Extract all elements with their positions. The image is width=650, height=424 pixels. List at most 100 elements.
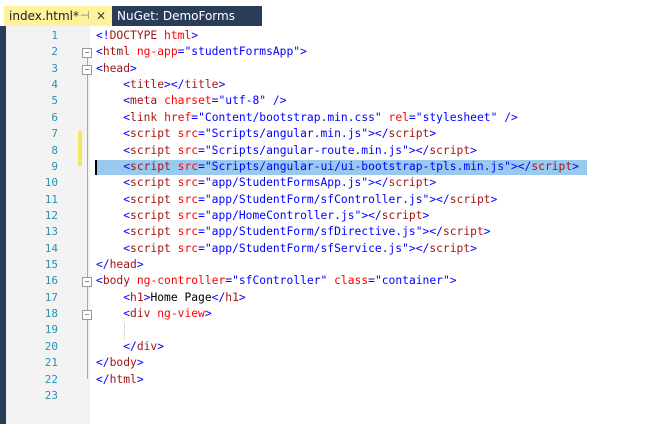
tab-nuget-demoforms[interactable]: NuGet: DemoForms xyxy=(112,6,262,26)
code-line[interactable]: <script src="Scripts/angular-ui/ui-boots… xyxy=(96,160,579,173)
code-line[interactable]: <script src="app/StudentForm/sfService.j… xyxy=(96,242,477,255)
tab-label: index.html* xyxy=(9,9,79,23)
delimiter-token: = xyxy=(198,176,205,190)
delimiter-token: ></ xyxy=(361,208,382,222)
element-name-token: html xyxy=(102,45,131,59)
delimiter-token: ></ xyxy=(368,176,389,190)
code-line[interactable]: <script src="Scripts/angular-route.min.j… xyxy=(96,144,477,157)
delimiter-token: = xyxy=(368,274,375,288)
delimiter-token: /> xyxy=(272,94,287,108)
element-name-token: script xyxy=(130,241,171,255)
element-name-token: script xyxy=(388,127,430,141)
code-line[interactable]: <script src="app/StudentFormsApp.js"></s… xyxy=(96,176,436,189)
attribute-name-token: html xyxy=(164,29,192,42)
delimiter-token: ></ xyxy=(164,78,185,92)
code-line[interactable]: </head> xyxy=(96,258,144,271)
code-line[interactable]: <body ng-controller = "sfController" class… xyxy=(96,274,457,287)
delimiter-token: > xyxy=(429,176,437,190)
delimiter-token: < xyxy=(96,61,103,75)
code-line[interactable]: </body> xyxy=(96,356,144,369)
code-line[interactable]: <head> xyxy=(96,62,137,75)
line-number: 20 xyxy=(44,339,58,353)
code-line[interactable]: <meta charset="utf-8" /> xyxy=(96,94,287,108)
delimiter-token: < xyxy=(123,176,131,190)
delimiter-token: ></ xyxy=(510,159,532,173)
element-name-token: head xyxy=(109,258,137,272)
attribute-name-token: class xyxy=(334,274,369,288)
attribute-value-token: "container" xyxy=(374,274,450,288)
element-name-token: script xyxy=(531,159,573,173)
delimiter-token: = xyxy=(198,127,205,141)
line-number: 23 xyxy=(44,388,58,402)
attribute-name-token: ng-app xyxy=(136,45,178,59)
delimiter-token: > xyxy=(490,192,498,206)
collapse-icon[interactable]: − xyxy=(82,277,92,288)
element-name-token: body xyxy=(109,356,137,370)
attribute-name-token: href xyxy=(164,110,192,124)
pin-icon[interactable]: ⊣ xyxy=(80,6,90,26)
delimiter-token: < xyxy=(123,94,131,108)
element-name-token: script xyxy=(449,192,491,206)
delimiter-token: < xyxy=(123,241,131,255)
attribute-name-token: src xyxy=(177,208,199,222)
attribute-name-token: src xyxy=(177,159,199,173)
element-name-token: h1 xyxy=(130,290,144,304)
code-line[interactable]: <script src="app/StudentForm/sfControlle… xyxy=(96,193,497,206)
delimiter-token: > xyxy=(483,225,491,239)
element-name-token: script xyxy=(442,225,484,239)
collapse-icon[interactable]: − xyxy=(82,64,92,75)
code-line[interactable]: <html ng-app="studentFormsApp"> xyxy=(96,45,307,58)
delimiter-token: > xyxy=(136,258,144,272)
line-number: 15 xyxy=(44,258,58,272)
code-line[interactable]: <script src="Scripts/angular.min.js"></s… xyxy=(96,127,436,140)
delimiter-token: ></ xyxy=(408,241,430,255)
code-line[interactable]: <script src="app/HomeController.js"></sc… xyxy=(96,209,429,222)
delimiter-token: </ xyxy=(96,356,110,370)
delimiter-token: ></ xyxy=(408,143,430,157)
collapse-icon[interactable]: − xyxy=(82,310,92,321)
attribute-value-token: "Scripts/angular-ui/ui-bootstrap-tpls.mi… xyxy=(204,159,511,173)
element-name-token: script xyxy=(130,225,171,239)
attribute-value-token: "Content/bootstrap.min.css" xyxy=(198,110,382,124)
collapse-icon[interactable]: − xyxy=(82,48,92,59)
element-name-token: script xyxy=(130,127,171,141)
line-number: 14 xyxy=(44,241,58,255)
line-number: 11 xyxy=(44,192,58,206)
code-line[interactable]: <link href = "Content/bootstrap.min.css" r… xyxy=(96,111,518,124)
delimiter-token: > xyxy=(470,143,477,157)
attribute-name-token: src xyxy=(177,143,199,157)
element-name-token: meta xyxy=(130,94,158,108)
line-number: 7 xyxy=(51,127,58,141)
code-line[interactable]: <h1>Home Page</h1> xyxy=(96,290,245,304)
code-line[interactable]: <!DOCTYPE html> xyxy=(96,29,198,42)
code-line[interactable]: </html> xyxy=(96,373,144,386)
tab-index-html[interactable]: index.html* ⊣ ✕ xyxy=(4,6,112,26)
text-token: Home Page xyxy=(150,290,212,304)
code-line[interactable]: <div ng-view> xyxy=(96,307,211,320)
line-number: 2 xyxy=(51,45,58,59)
delimiter-token: </ xyxy=(123,339,137,353)
code-line[interactable]: <script src="app/StudentForm/sfDirective… xyxy=(96,225,491,239)
close-icon[interactable]: ✕ xyxy=(96,6,106,26)
attribute-value-token: "app/StudentForm/sfService.js" xyxy=(204,241,409,255)
delimiter-token: = xyxy=(408,110,416,124)
code-line[interactable]: <title></title> xyxy=(96,78,225,91)
attribute-name-token: src xyxy=(177,241,199,255)
delimiter-token: > xyxy=(136,372,144,386)
element-name-token: script xyxy=(130,192,171,206)
code-line[interactable]: </div> xyxy=(96,340,164,353)
